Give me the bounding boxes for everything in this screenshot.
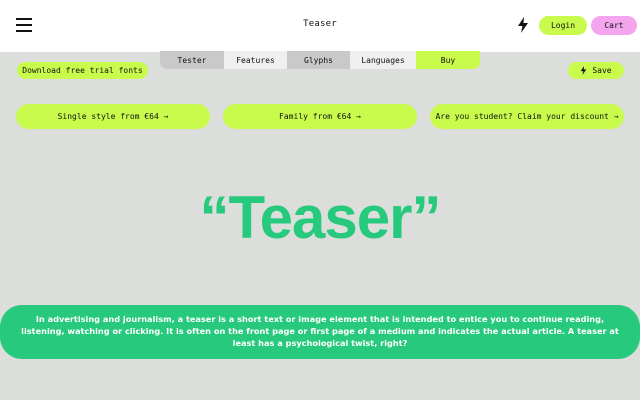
tab-buy[interactable]: Buy bbox=[416, 51, 480, 69]
single-style-price-button[interactable]: Single style from €64 → bbox=[16, 104, 210, 129]
cart-button[interactable]: Cart bbox=[591, 16, 637, 35]
specimen-headline[interactable]: “Teaser” bbox=[0, 188, 640, 248]
section-tabs: Tester Features Glyphs Languages Buy bbox=[160, 51, 480, 69]
login-button[interactable]: Login bbox=[539, 16, 587, 35]
top-navigation-bar: Teaser Login Cart bbox=[0, 0, 640, 52]
download-trial-button[interactable]: Download free trial fonts bbox=[17, 62, 148, 79]
tab-glyphs[interactable]: Glyphs bbox=[287, 51, 350, 69]
lightning-bolt-icon bbox=[581, 66, 587, 75]
student-discount-button[interactable]: Are you student? Claim your discount → bbox=[430, 104, 624, 129]
save-button[interactable]: Save bbox=[568, 62, 624, 79]
tab-tester[interactable]: Tester bbox=[160, 51, 224, 69]
specimen-description: In advertising and journalism, a teaser … bbox=[0, 305, 640, 359]
family-price-button[interactable]: Family from €64 → bbox=[223, 104, 417, 129]
tab-languages[interactable]: Languages bbox=[350, 51, 416, 69]
lightning-bolt-icon[interactable] bbox=[517, 17, 529, 33]
save-label: Save bbox=[592, 66, 612, 75]
tab-features[interactable]: Features bbox=[224, 51, 287, 69]
description-text: In advertising and journalism, a teaser … bbox=[21, 314, 619, 348]
